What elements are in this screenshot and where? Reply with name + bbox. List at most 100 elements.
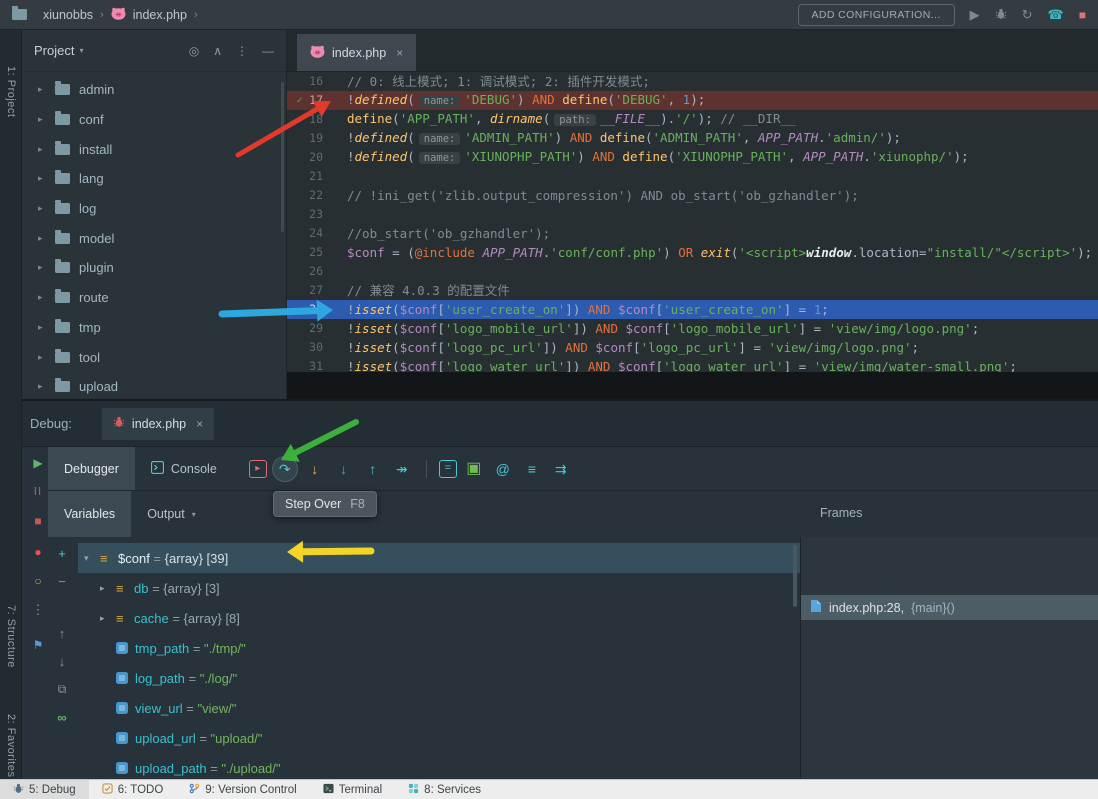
project-tree-item[interactable]: ▸install — [22, 134, 286, 164]
force-step-into-icon[interactable]: ↓ — [332, 457, 356, 481]
add-watch-icon[interactable]: + — [52, 547, 72, 560]
move-up-icon[interactable]: ↑ — [52, 627, 72, 640]
variable-row[interactable]: view_url = "view/" — [78, 693, 800, 723]
statusbar-terminal[interactable]: Terminal — [310, 780, 395, 799]
code-line: 22// !ini_get('zlib.output_compression')… — [287, 186, 1098, 205]
project-tree-item[interactable]: ▸route — [22, 283, 286, 313]
project-scrollbar[interactable] — [281, 82, 284, 232]
stop-icon[interactable]: ■ — [1079, 9, 1086, 21]
debug-header: Debug: index.php × — [22, 401, 1098, 447]
pin-tab-icon[interactable]: ⚑ — [29, 639, 47, 651]
step-over-icon[interactable]: ↷ — [272, 456, 298, 482]
project-tree-item[interactable]: ▸lang — [22, 164, 286, 194]
project-tree-item[interactable]: ▸tmp — [22, 313, 286, 343]
code-area[interactable]: 16// 0: 线上模式; 1: 调试模式; 2: 插件开发模式;✓17!def… — [287, 72, 1098, 372]
show-execution-point-icon[interactable]: ▸ — [249, 460, 267, 478]
editor-tab-index-php[interactable]: index.php × — [297, 34, 416, 71]
project-tree-item[interactable]: ▸tool — [22, 342, 286, 372]
variable-row[interactable]: ▸≡db = {array} [3] — [78, 573, 800, 603]
variable-name: tmp_path — [135, 641, 189, 656]
hide-panel-icon[interactable]: — — [262, 44, 274, 58]
frame-row[interactable]: index.php:28, {main}() — [801, 595, 1098, 620]
project-panel-title[interactable]: Project — [34, 43, 74, 58]
project-tree-item[interactable]: ▸admin — [22, 75, 286, 105]
tab-variables[interactable]: Variables — [48, 491, 131, 537]
statusbar-version-control[interactable]: 9: Version Control — [176, 780, 309, 799]
folder-icon — [55, 144, 70, 155]
stripe-button-project[interactable]: 1: Project — [0, 44, 22, 140]
project-tree-item[interactable]: ▸plugin — [22, 253, 286, 283]
move-down-icon[interactable]: ↓ — [52, 655, 72, 668]
variable-row[interactable]: ▸≡cache = {array} [8] — [78, 603, 800, 633]
value-icon — [116, 732, 128, 744]
project-tree-item[interactable]: ▸upload — [22, 372, 286, 399]
variables-scrollbar[interactable] — [793, 545, 797, 607]
project-tree-item[interactable]: ▸conf — [22, 105, 286, 135]
variable-row[interactable]: log_path = "./log/" — [78, 663, 800, 693]
folder-icon — [55, 352, 70, 363]
step-into-icon[interactable]: ↓ — [303, 457, 327, 481]
listen-debug-connections-icon[interactable]: ☎ — [1048, 8, 1064, 21]
statusbar-debug[interactable]: 5: Debug — [0, 780, 89, 799]
variable-value: "upload/" — [211, 731, 263, 746]
code-line: 21 — [287, 167, 1098, 186]
tab-debugger[interactable]: Debugger — [48, 447, 135, 490]
view-breakpoints-icon[interactable]: ● — [29, 546, 47, 558]
more-actions-icon[interactable]: ⋮ — [29, 603, 47, 616]
threads-list-icon[interactable]: ≡ — [520, 457, 544, 481]
remove-watch-icon[interactable]: − — [52, 575, 72, 588]
add-configuration-button[interactable]: ADD CONFIGURATION... — [798, 4, 955, 26]
pause-program-icon[interactable]: ⅠⅠ — [29, 487, 47, 498]
tab-output-label: Output — [147, 507, 185, 521]
tab-output[interactable]: Output ▾ — [131, 491, 212, 537]
project-tree-item[interactable]: ▸log — [22, 194, 286, 224]
variable-row[interactable]: upload_url = "upload/" — [78, 723, 800, 753]
file-icon — [810, 599, 822, 616]
locate-file-icon[interactable]: ◎ — [189, 44, 199, 58]
step-out-icon[interactable]: ↑ — [361, 457, 385, 481]
more-options-icon[interactable]: ⋮ — [236, 44, 248, 58]
tab-variables-label: Variables — [64, 507, 115, 521]
tab-console[interactable]: Console — [135, 447, 233, 490]
bug-icon — [113, 416, 125, 431]
variable-name: upload_path — [135, 761, 207, 776]
run-to-cursor-icon[interactable]: ↠ — [390, 457, 414, 481]
run-to-end-icon[interactable]: ⇉ — [549, 457, 573, 481]
variables-tree: ▾≡$conf = {array} [39]▸≡db = {array} [3]… — [78, 537, 800, 779]
debug-bug-icon[interactable] — [995, 8, 1007, 22]
editor-tab-bar: index.php × — [287, 30, 1098, 72]
run-icon[interactable]: ▶ — [970, 8, 980, 21]
evaluate-expression-icon[interactable]: = — [439, 460, 457, 478]
close-tab-icon[interactable]: × — [396, 46, 403, 60]
watches-glasses-icon[interactable]: ∞ — [52, 711, 72, 724]
stripe-button-structure[interactable]: 7: Structure — [0, 586, 22, 686]
run-toolbar: ADD CONFIGURATION... ▶ ↻ ☎ ■ — [798, 4, 1087, 26]
variable-row[interactable]: tmp_path = "./tmp/" — [78, 633, 800, 663]
chevron-down-icon[interactable]: ▾ — [79, 46, 83, 55]
mute-breakpoints-icon[interactable]: ○ — [29, 575, 47, 587]
restart-icon[interactable]: ↻ — [1022, 8, 1033, 21]
at-mentions-icon[interactable]: @ — [491, 457, 515, 481]
variable-row[interactable]: upload_path = "./upload/" — [78, 753, 800, 779]
copy-icon[interactable]: ⧉ — [52, 683, 72, 695]
code-line: 19!defined(name:'ADMIN_PATH') AND define… — [287, 129, 1098, 148]
statusbar-services[interactable]: 8: Services — [395, 780, 494, 799]
frame-context: {main}() — [911, 601, 955, 615]
variable-row[interactable]: ▾≡$conf = {array} [39] — [78, 543, 800, 573]
chevron-right-icon: › — [194, 9, 198, 21]
console-command-icon[interactable]: ▣ — [462, 457, 486, 481]
status-bar: 5: Debug 6: TODO 9: Version Control Term… — [0, 779, 1098, 799]
project-tree-item[interactable]: ▸model — [22, 223, 286, 253]
stop-debug-icon[interactable]: ■ — [29, 515, 47, 527]
code-line: 28!isset($conf['user_create_on']) AND $c… — [287, 300, 1098, 319]
editor-tab-label: index.php — [332, 46, 386, 60]
folder-icon — [55, 173, 70, 184]
collapse-all-icon[interactable]: ∧ — [213, 44, 222, 58]
editor-hscrollbar[interactable] — [287, 372, 1098, 399]
statusbar-todo[interactable]: 6: TODO — [89, 780, 177, 799]
debug-session-tab[interactable]: index.php × — [102, 408, 214, 440]
close-session-icon[interactable]: × — [196, 417, 203, 431]
breadcrumb-file[interactable]: index.php — [133, 8, 187, 22]
breadcrumb-project[interactable]: xiunobbs — [43, 8, 93, 22]
resume-program-icon[interactable]: ▶ — [29, 457, 47, 469]
